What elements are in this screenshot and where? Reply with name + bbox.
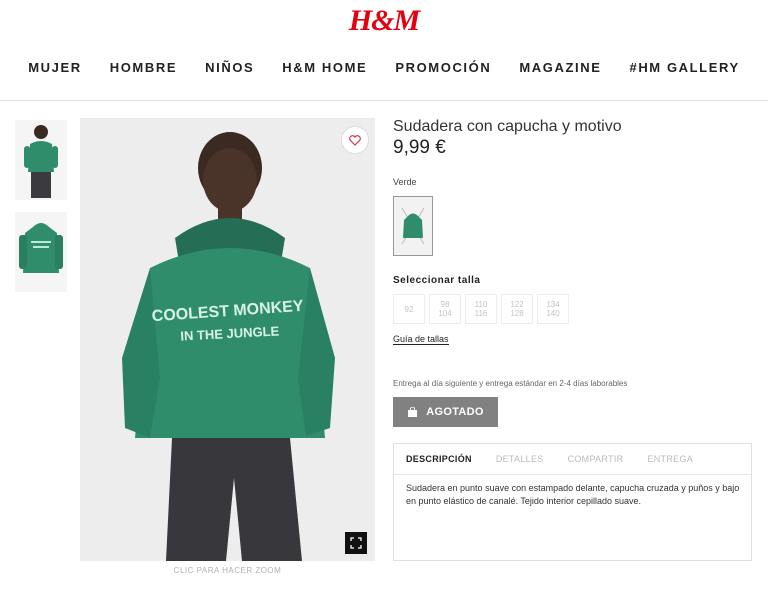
tab-detalles[interactable]: DETALLES	[496, 454, 544, 464]
info-tabs: DESCRIPCIÓN DETALLES COMPARTIR ENTREGA	[394, 444, 751, 475]
bag-icon	[408, 407, 418, 417]
product-main-image[interactable]: COOLEST MONKEY IN THE JUNGLE	[80, 118, 375, 561]
delivery-info: Entrega al día siguiente y entrega están…	[393, 379, 628, 388]
size-selector: 92 98 104 110 116 122 128 134 140	[393, 294, 569, 324]
hoodie-swatch-icon	[401, 207, 425, 245]
product-title: Sudadera con capucha y motivo	[393, 118, 622, 135]
size-label: Seleccionar talla	[393, 275, 481, 286]
nav-magazine[interactable]: MAGAZINE	[519, 60, 601, 75]
heart-icon	[349, 134, 361, 146]
hoodie-thumbnail-image	[19, 223, 63, 273]
nav-hm-gallery[interactable]: #HM GALLERY	[629, 60, 739, 75]
size-option[interactable]: 122 128	[501, 294, 533, 324]
tab-entrega[interactable]: ENTREGA	[647, 454, 693, 464]
zoom-hint: CLIC PARA HACER ZOOM	[173, 566, 282, 575]
size-option[interactable]: 110 116	[465, 294, 497, 324]
size-option[interactable]: 134 140	[537, 294, 569, 324]
sold-out-label: AGOTADO	[426, 406, 484, 418]
hm-logo[interactable]: H&M	[0, 4, 768, 38]
expand-icon	[350, 537, 362, 549]
color-name: Verde	[393, 177, 417, 187]
header-divider	[0, 100, 768, 101]
nav-promocion[interactable]: PROMOCIÓN	[395, 60, 491, 75]
product-info-panel: DESCRIPCIÓN DETALLES COMPARTIR ENTREGA S…	[393, 443, 752, 561]
size-option[interactable]: 92	[393, 294, 425, 324]
main-nav: MUJER HOMBRE NIÑOS H&M HOME PROMOCIÓN MA…	[0, 60, 768, 75]
product-description: Sudadera en punto suave con estampado de…	[406, 483, 740, 506]
tab-compartir[interactable]: COMPARTIR	[568, 454, 624, 464]
nav-hm-home[interactable]: H&M HOME	[282, 60, 367, 75]
favorite-button[interactable]	[341, 126, 369, 154]
nav-hombre[interactable]: HOMBRE	[110, 60, 177, 75]
tab-descripcion[interactable]: DESCRIPCIÓN	[406, 454, 472, 464]
nav-mujer[interactable]: MUJER	[28, 60, 82, 75]
size-option[interactable]: 98 104	[429, 294, 461, 324]
nav-ninos[interactable]: NIÑOS	[205, 60, 254, 75]
zoom-button[interactable]	[345, 532, 367, 554]
size-guide-link[interactable]: Guía de tallas	[393, 334, 449, 345]
thumbnail-model[interactable]	[15, 120, 67, 200]
model-thumbnail-image	[24, 125, 58, 198]
model-photo: COOLEST MONKEY IN THE JUNGLE	[80, 118, 375, 561]
sold-out-button[interactable]: AGOTADO	[393, 397, 498, 427]
product-price: 9,99 €	[393, 137, 446, 158]
color-swatch-green[interactable]	[393, 196, 433, 256]
thumbnail-product[interactable]	[15, 212, 67, 292]
